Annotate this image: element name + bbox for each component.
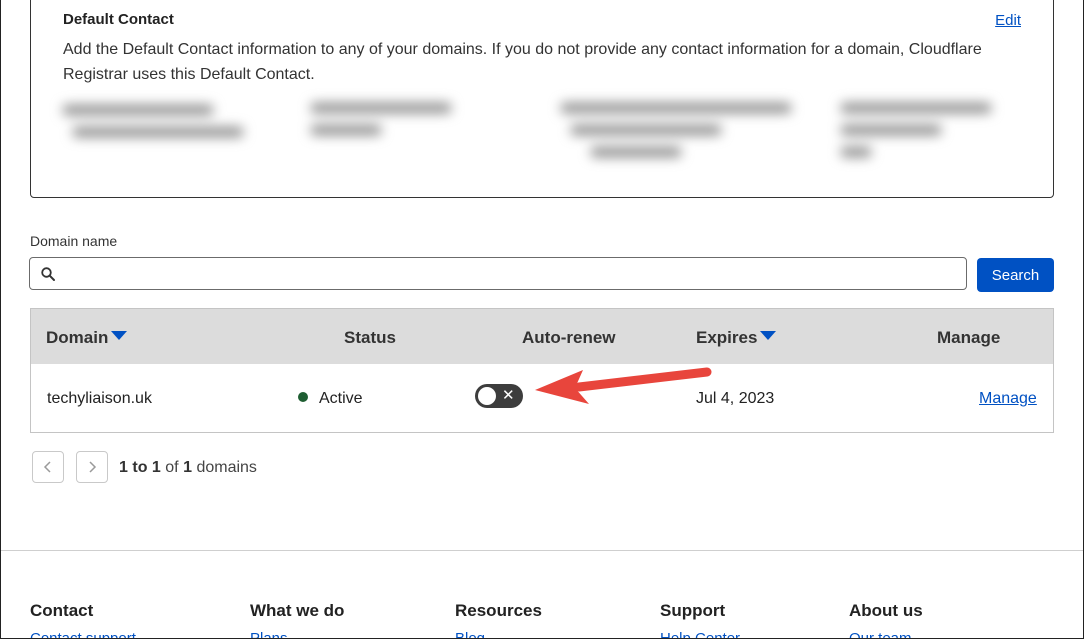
status-cell: Active [298,390,363,408]
default-contact-title: Default Contact [63,11,174,28]
pagination-to: 1 [151,459,161,476]
redacted-contact-company [301,91,461,171]
column-header-expires-label: Expires [696,328,758,347]
pagination-unit: domains [196,459,257,476]
default-contact-card: Default Contact Edit Add the Default Con… [30,0,1054,198]
close-icon: ✕ [502,387,515,404]
default-contact-description: Add the Default Contact information to a… [63,41,982,83]
domain-name-label: Domain name [30,233,118,249]
chevron-right-icon [89,461,97,473]
redacted-contact-phone [831,91,1001,171]
sort-down-icon [111,331,128,340]
auto-renew-toggle[interactable]: ✕ [475,384,523,408]
toggle-knob [478,387,496,405]
column-header-manage: Manage [937,328,1001,347]
registrar-page: Default Contact Edit Add the Default Con… [0,0,1084,639]
footer-link-blog[interactable]: Blog [455,630,485,638]
next-page-button[interactable] [76,451,108,483]
default-contact-edit-link[interactable]: Edit [995,12,1021,29]
pagination-summary: 1 to 1 of 1 domains [119,459,257,477]
footer-link-contact-support[interactable]: Contact support [30,630,136,638]
footer-title-resources: Resources [455,601,542,620]
footer-link-our-team[interactable]: Our team [849,630,912,638]
column-header-expires[interactable]: Expires [696,328,777,348]
column-header-status: Status [344,328,396,347]
sort-down-icon [760,331,777,340]
pagination-from: 1 [119,459,128,476]
footer-title-about-us: About us [849,601,923,620]
domain-cell: techyliaison.uk [47,390,152,407]
footer-title-what-we-do: What we do [250,601,345,620]
search-button[interactable]: Search [977,258,1054,292]
footer-link-plans[interactable]: Plans [250,630,288,638]
column-header-domain-label: Domain [46,328,109,347]
manage-link[interactable]: Manage [979,390,1037,408]
column-header-auto-renew: Auto-renew [522,328,616,347]
chevron-left-icon [43,461,51,473]
previous-page-button[interactable] [32,451,64,483]
column-header-domain[interactable]: Domain [46,328,128,348]
pagination-of-word: of [165,459,179,476]
footer-title-support: Support [660,601,726,620]
redacted-contact-name [53,91,253,171]
search-icon [41,267,55,281]
pagination-to-word: to [132,459,148,476]
footer-link-help-center[interactable]: Help Center [660,630,740,638]
footer-divider [1,550,1083,551]
status-label: Active [319,390,363,407]
domain-search-input[interactable] [29,257,967,290]
pagination-total: 1 [183,459,192,476]
annotation-arrow [535,367,712,404]
table-header: Domain Status Auto-renew Expires Manage [31,309,1053,364]
redacted-contact-address [551,91,811,171]
footer-title-contact: Contact [30,601,94,620]
status-active-dot [298,392,308,402]
